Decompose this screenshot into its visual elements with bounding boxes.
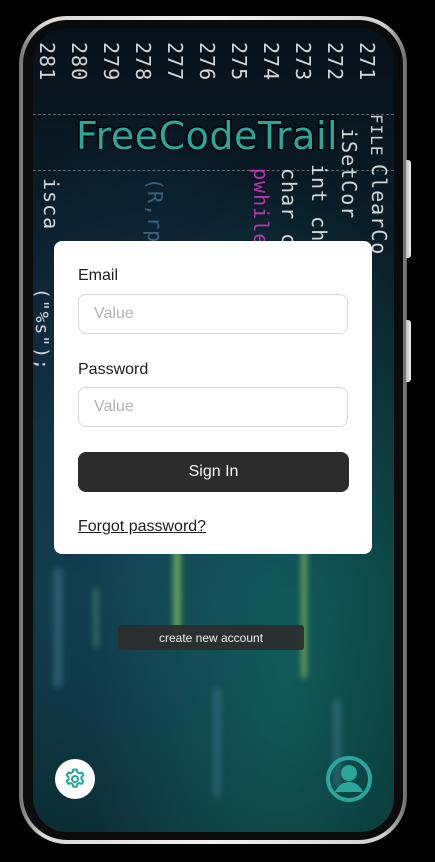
background-line-number: 279 — [99, 42, 123, 82]
create-account-button[interactable]: create new account — [118, 625, 304, 650]
background-line-number: 276 — [195, 42, 219, 82]
volume-button — [406, 160, 411, 258]
background-line-number: 275 — [227, 42, 251, 82]
background-glow — [93, 588, 99, 648]
settings-button[interactable] — [55, 759, 95, 799]
background-code-snippet: ClearCo — [367, 164, 391, 256]
app-title: FreeCodeTrail — [76, 114, 339, 158]
background-code-snippet: ("%s"); — [33, 288, 52, 371]
background-line-number: 278 — [131, 42, 155, 82]
background-glow — [213, 688, 221, 798]
background-code-snippet: char c — [277, 168, 301, 247]
device-stage: 281 280 279 278 277 276 275 274 273 272 … — [0, 0, 435, 862]
power-button — [406, 320, 411, 382]
background-code-snippet: int ch — [307, 164, 331, 243]
background-line-number: 281 — [35, 42, 59, 82]
profile-button[interactable] — [325, 755, 373, 803]
sign-in-button[interactable]: Sign In — [78, 452, 349, 492]
background-line-number: 272 — [323, 42, 347, 82]
background-glow — [53, 568, 63, 688]
background-line-number: 277 — [163, 42, 187, 82]
background-code-snippet: iSetCor — [337, 128, 361, 220]
login-card: Email Password Sign In Forgot password? — [54, 241, 372, 554]
email-field[interactable] — [78, 294, 348, 334]
user-circle-icon — [326, 756, 372, 802]
password-field[interactable] — [78, 387, 348, 427]
password-label: Password — [78, 361, 149, 378]
gear-icon — [65, 768, 85, 788]
background-glow — [301, 548, 307, 678]
background-code-snippet: FILE — [367, 114, 386, 157]
background-line-number: 273 — [291, 42, 315, 82]
background-line-number: 271 — [355, 42, 379, 82]
background-line-number: 274 — [259, 42, 283, 82]
background-code-snippet: isca — [39, 178, 63, 231]
email-label: Email — [78, 267, 119, 284]
background-line-number: 280 — [67, 42, 91, 82]
background-code-snippet: (R,rp — [143, 178, 167, 244]
forgot-password-link[interactable]: Forgot password? — [78, 518, 206, 536]
